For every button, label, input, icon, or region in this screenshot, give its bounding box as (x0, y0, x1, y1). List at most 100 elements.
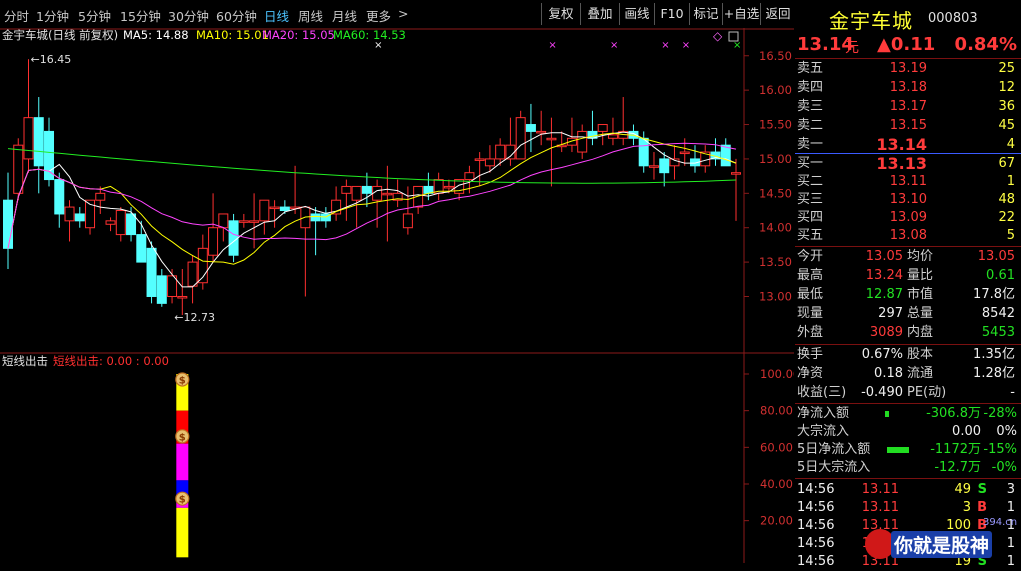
tick-row-0: 14:56 13.11 49 S 3 (795, 481, 1021, 499)
buy-level-2: 买二 13.11 1 (795, 173, 1021, 191)
tick-price: 13.11 (861, 482, 899, 497)
candle-body-36 (372, 185, 383, 201)
signal-bar-seg-5 (176, 507, 189, 558)
toolbar-button-2[interactable]: 画线 (619, 3, 654, 25)
flow-value: 0.00 (952, 424, 981, 439)
flow-value: -12.7万 (934, 460, 981, 475)
tick-price: 13.11 (861, 500, 899, 515)
sell-price: 13.15 (889, 118, 927, 133)
sell-label: 卖二 (797, 118, 824, 133)
timeframe-tab-0[interactable]: 分时 (4, 6, 29, 25)
stats-row-0: 今开 13.05 均价 13.05 (795, 248, 1021, 266)
candle-body-46 (474, 158, 485, 161)
candle-body-45 (464, 172, 475, 181)
candle-body-30 (310, 213, 321, 222)
y-tick-label-3: 15.00 (759, 152, 792, 166)
toolbar-button-0[interactable]: 复权 (541, 3, 580, 25)
sell-label: 卖三 (797, 99, 824, 114)
stat-label-2: 市值 (907, 287, 934, 302)
timeframe-tab-4[interactable]: 30分钟 (168, 6, 209, 25)
flow-label: 净流入额 (797, 406, 850, 421)
buy-volume: 67 (998, 156, 1015, 171)
stock-name: 金宇车城 (829, 9, 913, 33)
y-tick-label-2: 15.50 (759, 118, 792, 132)
signal-mark-2: × (610, 40, 618, 51)
sub-chart-value: 短线出击: 0.00 : 0.00 (53, 354, 169, 368)
kline-chart[interactable]: 金宇车城(日线 前复权) MA5: 14.88 MA10: 15.01MA20: 1… (0, 28, 800, 563)
timeframe-tab-1[interactable]: 1分钟 (36, 6, 69, 25)
stats-row-1: 最高 13.24 量比 0.61 (795, 267, 1021, 285)
sell-label: 卖四 (797, 80, 824, 95)
timeframe-tab-6[interactable]: 日线 (264, 6, 289, 25)
more-arrow-icon[interactable]: > (398, 6, 408, 21)
tick-time: 14:56 (797, 518, 835, 533)
buy-price: 13.13 (876, 154, 927, 173)
stat-label: 今开 (797, 249, 824, 264)
fund-value-2: - (1010, 385, 1015, 400)
stat-label: 现量 (797, 306, 824, 321)
fund-label-2: PE(动) (907, 385, 947, 400)
timeframe-tab-9[interactable]: 更多 (366, 6, 391, 25)
tick-side: S (977, 482, 987, 497)
toolbar-button-4[interactable]: 标记 (689, 3, 722, 25)
y-tick-label-1: 16.00 (759, 83, 792, 97)
candle-body-49 (505, 144, 516, 160)
flow-bar (887, 447, 909, 453)
signal-bar-seg-2 (176, 443, 189, 481)
tick-volume: 49 (954, 482, 971, 497)
candle-body-12 (126, 213, 137, 236)
timeframe-tab-5[interactable]: 60分钟 (216, 6, 257, 25)
candle-body-59 (607, 134, 618, 139)
stats-row-3: 现量 297 总量 8542 (795, 305, 1021, 323)
signal-mark-3: × (733, 40, 741, 51)
sell-price: 13.17 (889, 99, 927, 114)
candle-body-25 (259, 199, 270, 222)
tick-time: 14:56 (797, 482, 835, 497)
ma-line-60 (7, 148, 737, 184)
tick-count: 3 (1006, 482, 1015, 497)
buy-label: 买二 (797, 174, 824, 189)
high-annotation: ←16.45 (31, 53, 72, 66)
signal-mark-x5: × (682, 40, 690, 51)
stat-label-2: 总量 (907, 306, 934, 321)
y-tick-label-5: 14.00 (759, 221, 792, 235)
candle-body-21 (218, 213, 229, 229)
ma-line-5 (7, 131, 737, 288)
stat-value: 12.87 (865, 287, 903, 302)
flow-value: -1172万 (930, 442, 981, 457)
toolbar-button-1[interactable]: 叠加 (580, 3, 619, 25)
price-line: 13.14 元 ▲0.11 0.84% (795, 33, 1021, 58)
stat-value-2: 17.8亿 (973, 287, 1015, 302)
quote-panel: 金宇车城 000803 13.14 元 ▲0.11 0.84% 卖五 13.19… (795, 0, 1021, 569)
flow-value: -306.8万 (926, 406, 981, 421)
candle-body-4 (44, 130, 55, 181)
ma-label-0: MA5: 14.88 (123, 28, 189, 42)
sub-y-tick-label-3: 40.00 (760, 477, 793, 491)
toolbar-button-6[interactable]: 返回 (760, 3, 795, 25)
toolbar-button-3[interactable]: F10 (654, 3, 689, 25)
timeframe-tab-3[interactable]: 15分钟 (120, 6, 161, 25)
stat-value: 13.05 (865, 249, 903, 264)
panel-divider (795, 403, 1021, 404)
tick-time: 14:56 (797, 554, 835, 569)
stock-title: 金宇车城 000803 (795, 0, 1021, 33)
buy-level-4: 买四 13.09 22 (795, 209, 1021, 227)
candle-body-10 (105, 220, 116, 225)
stat-label-2: 量比 (907, 268, 934, 283)
buy-price: 13.09 (889, 210, 927, 225)
fund-value: 0.67% (861, 347, 903, 362)
fund-row-0: 换手 0.67% 股本 1.35亿 (795, 346, 1021, 364)
flow-row-3: 5日大宗流入 -12.7万 -0% (795, 459, 1021, 477)
stat-label: 外盘 (797, 325, 824, 340)
watermark-sub: 394.cn (983, 517, 1018, 528)
timeframe-tab-2[interactable]: 5分钟 (78, 6, 111, 25)
fund-label: 净资 (797, 366, 824, 381)
signal-mark-0: × (374, 40, 382, 51)
timeframe-tab-8[interactable]: 月线 (332, 6, 357, 25)
stats-row-2: 最低 12.87 市值 17.8亿 (795, 286, 1021, 304)
fund-label: 换手 (797, 347, 824, 362)
toolbar-button-5[interactable]: +自选 (722, 3, 760, 25)
timeframe-tab-7[interactable]: 周线 (298, 6, 323, 25)
chart-area[interactable]: 金宇车城(日线 前复权) MA5: 14.88 MA10: 15.01 MA20: 1… (0, 28, 800, 563)
y-tick-label-6: 13.50 (759, 255, 792, 269)
